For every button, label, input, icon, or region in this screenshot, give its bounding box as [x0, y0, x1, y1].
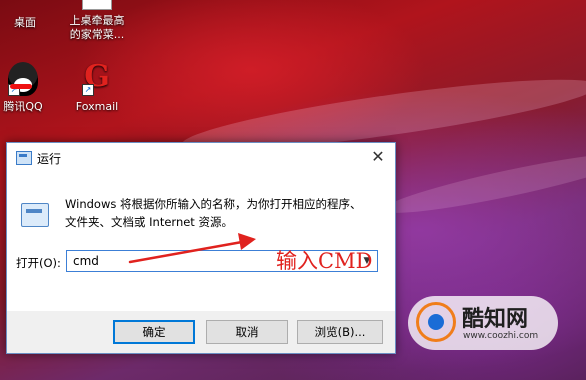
desktop-icon-label: Foxmail	[75, 100, 119, 113]
folder-icon	[8, 0, 42, 12]
watermark: 酷知网 www.coozhi.com	[408, 296, 558, 350]
dialog-titlebar[interactable]: 运行 ✕	[7, 143, 395, 173]
annotation-text: 输入CMD	[276, 249, 373, 273]
desktop-icon-label: 上桌牵最高	[69, 14, 125, 27]
desktop-icon-label: 的家常菜...	[69, 28, 125, 41]
qq-penguin-icon: ↗	[6, 62, 40, 96]
dialog-title: 运行	[37, 152, 62, 166]
run-program-icon	[21, 203, 49, 227]
ok-button[interactable]: 确定	[113, 320, 195, 344]
desktop-icon-desktop[interactable]: 桌面	[0, 0, 60, 30]
desktop-icon-qq[interactable]: ↗ 腾讯QQ	[0, 62, 58, 114]
wallpaper-highlight	[380, 143, 586, 223]
desktop-icon-recipe[interactable]: 上桌牵最高 的家常菜...	[62, 0, 132, 42]
cancel-button[interactable]: 取消	[206, 320, 288, 344]
desktop-icon-foxmail[interactable]: G ↗ Foxmail	[62, 62, 132, 114]
shortcut-arrow-icon: ↗	[82, 84, 94, 96]
dialog-description: Windows 将根据你所输入的名称，为你打开相应的程序、 文件夹、文档或 In…	[65, 195, 385, 231]
open-label: 打开(O):	[16, 256, 61, 270]
watermark-title: 酷知网	[462, 306, 529, 332]
foxmail-icon: G ↗	[80, 62, 114, 96]
document-icon	[80, 0, 114, 10]
browse-button[interactable]: 浏览(B)...	[297, 320, 383, 344]
close-button[interactable]: ✕	[365, 145, 391, 169]
watermark-url: www.coozhi.com	[463, 331, 539, 341]
run-app-icon	[16, 151, 32, 165]
desktop-icon-label: 桌面	[14, 16, 36, 29]
desktop-icon-label: 腾讯QQ	[3, 100, 43, 113]
description-line: 文件夹、文档或 Internet 资源。	[65, 215, 233, 229]
description-line: Windows 将根据你所输入的名称，为你打开相应的程序、	[65, 197, 362, 211]
coozhi-logo-icon	[416, 302, 456, 342]
